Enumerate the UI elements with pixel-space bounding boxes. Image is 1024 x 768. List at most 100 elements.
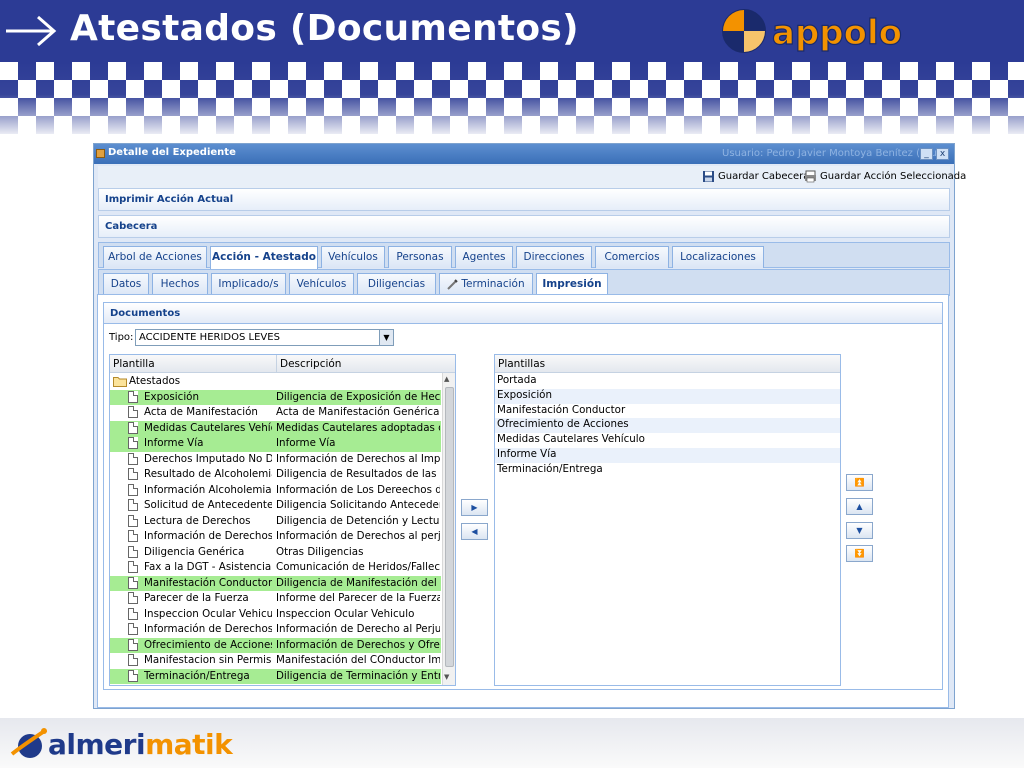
- cell-descripcion: Diligencia Solicitando Antecedente: [276, 499, 440, 511]
- table-row[interactable]: Informe Vía Informe Vía: [110, 436, 441, 452]
- documents-panel-title: Documentos: [110, 308, 181, 319]
- chevron-down-icon[interactable]: ▼: [379, 330, 393, 345]
- table-row[interactable]: Información de Derechos D Información de …: [110, 529, 441, 545]
- table-row[interactable]: Terminación/Entrega Diligencia de Termina…: [110, 668, 441, 684]
- cell-descripcion: Comunicación de Heridos/Fallecio: [276, 561, 440, 573]
- move-bottom-button[interactable]: ⏬: [846, 545, 873, 562]
- checkered-band-fade: [0, 62, 1024, 134]
- cell-plantilla: Información Alcoholemia: [144, 483, 272, 496]
- cell-plantilla: Información de Derechos P: [144, 623, 272, 635]
- cell-descripcion: Informe Vía: [276, 437, 336, 449]
- appolo-logo-text: appolo: [772, 13, 902, 53]
- cell-plantilla: Derechos Imputado No Detenido: [144, 452, 272, 465]
- cell-plantilla: Terminación/Entrega: [144, 669, 250, 682]
- cell-descripcion: Información de Derechos al perjuc: [276, 530, 440, 542]
- window-content-layer: Documentos Tipo: ACCIDENTE HERIDOS LEVES…: [93, 143, 955, 709]
- cell-descripcion: Acta de Manifestación Genérica: [276, 406, 440, 418]
- list-item[interactable]: Exposición: [495, 388, 840, 404]
- table-row[interactable]: Solicitud de Antecedentes Diligencia Soli…: [110, 498, 441, 514]
- cell-plantilla: Fax a la DGT - Asistencia S: [144, 561, 272, 573]
- table-row[interactable]: Exposición Diligencia de Exposición de He…: [110, 389, 441, 405]
- table-row[interactable]: Derechos Imputado No Detenido Información…: [110, 452, 441, 468]
- table-row[interactable]: Inspeccion Ocular Vehiculo Inspeccion Ocu…: [110, 607, 441, 623]
- document-icon: [128, 561, 138, 573]
- table-row[interactable]: Resultado de Alcoholemia Diligencia de Re…: [110, 467, 441, 483]
- cell-descripcion: Información de Los Dereechos de: [276, 483, 440, 496]
- document-icon: [128, 654, 138, 666]
- document-icon: [128, 576, 138, 589]
- column-plantillas[interactable]: Plantillas: [498, 358, 545, 370]
- cell-plantilla: Inspeccion Ocular Vehiculo: [144, 607, 272, 620]
- cell-plantilla: Solicitud de Antecedentes: [144, 499, 272, 511]
- appolo-logo: appolo: [722, 9, 903, 54]
- document-icon: [128, 483, 138, 496]
- document-icon: [128, 592, 138, 604]
- type-label: Tipo:: [109, 332, 134, 343]
- list-item[interactable]: Manifestación Conductor: [495, 404, 840, 419]
- cell-descripcion: Información de Derecho al Perjudi: [276, 623, 440, 635]
- cell-descripcion: Medidas Cautelares adoptadas co: [276, 421, 440, 434]
- table-row[interactable]: Acta de Manifestación Acta de Manifestaci…: [110, 405, 441, 421]
- cell-plantilla: Diligencia Genérica: [144, 545, 245, 558]
- table-row[interactable]: Diligencia Genérica Otras Diligencias: [110, 545, 441, 561]
- list-item[interactable]: Ofrecimiento de Acciones: [495, 418, 840, 434]
- cell-plantilla: Manifestacion sin Permiso: [144, 654, 272, 666]
- move-up-button[interactable]: ▲: [846, 498, 873, 515]
- cell-descripcion: Inspeccion Ocular Vehiculo: [276, 607, 415, 620]
- selected-templates-header: Plantillas: [495, 355, 840, 373]
- transfer-right-button[interactable]: ▶: [461, 499, 488, 516]
- cell-plantilla: Ofrecimiento de Acciones: [144, 638, 272, 651]
- list-item[interactable]: Informe Vía: [495, 448, 840, 463]
- arrow-right-icon: [6, 15, 57, 47]
- folder-icon: [113, 377, 127, 387]
- scroll-down-icon[interactable]: ▼: [444, 673, 449, 681]
- cell-descripcion: Otras Diligencias: [276, 545, 364, 558]
- cell-descripcion: Diligencia de Terminación y Entreg: [276, 669, 440, 682]
- folder-label: Atestados: [129, 375, 181, 387]
- table-row[interactable]: Manifestacion sin Permiso Manifestación d…: [110, 653, 441, 669]
- table-row[interactable]: Fax a la DGT - Asistencia S Comunicación …: [110, 560, 441, 576]
- templates-grid-header: Plantilla Descripción: [110, 355, 455, 373]
- slide-title: Atestados (Documentos): [70, 8, 579, 49]
- document-icon: [128, 607, 138, 620]
- document-icon: [128, 623, 138, 635]
- templates-scrollbar[interactable]: ▲ ▼: [442, 373, 455, 685]
- table-row[interactable]: Lectura de Derechos Diligencia de Detenci…: [110, 514, 441, 530]
- cell-plantilla: Información de Derechos D: [144, 530, 272, 542]
- list-item[interactable]: Medidas Cautelares Vehículo: [495, 433, 840, 448]
- cell-plantilla: Resultado de Alcoholemia: [144, 468, 272, 480]
- table-row[interactable]: Ofrecimiento de Acciones Información de D…: [110, 637, 441, 653]
- cell-plantilla: Informe Vía: [144, 437, 204, 449]
- move-top-button[interactable]: ⏫: [846, 474, 873, 491]
- almerimatik-logo: almerimatik: [8, 724, 233, 764]
- table-row[interactable]: Información de Derechos P Información de …: [110, 622, 441, 638]
- table-row[interactable]: Medidas Cautelares Vehículo Medidas Caute…: [110, 420, 441, 436]
- table-row[interactable]: Parecer de la Fuerza Informe del Parecer …: [110, 591, 441, 607]
- document-icon: [128, 468, 138, 480]
- cell-plantilla: Manifestación Conductor: [144, 576, 272, 589]
- document-icon: [128, 669, 138, 682]
- cell-plantilla: Parecer de la Fuerza: [144, 592, 249, 604]
- column-descripcion[interactable]: Descripción: [276, 355, 341, 372]
- document-icon: [128, 530, 138, 542]
- scroll-up-icon[interactable]: ▲: [444, 375, 449, 383]
- templates-grid: Plantilla Descripción Atestados Exposici…: [109, 354, 456, 686]
- scrollbar-thumb[interactable]: [445, 387, 454, 667]
- table-row[interactable]: Información Alcoholemia Información de Lo…: [110, 483, 441, 499]
- document-icon: [128, 421, 138, 434]
- column-plantilla[interactable]: Plantilla: [113, 358, 155, 370]
- cell-plantilla: Medidas Cautelares Vehículo: [144, 421, 272, 434]
- table-row[interactable]: Manifestación Conductor Diligencia de Man…: [110, 575, 441, 591]
- type-select[interactable]: ACCIDENTE HERIDOS LEVES: [135, 329, 394, 346]
- list-item[interactable]: Terminación/Entrega: [495, 463, 840, 478]
- move-down-button[interactable]: ▼: [846, 522, 873, 539]
- selected-templates-grid: Plantillas Portada Exposición Manifestació…: [494, 354, 841, 686]
- list-item[interactable]: Portada: [495, 374, 840, 389]
- cell-descripcion: Diligencia de Exposición de Hecho: [276, 390, 440, 403]
- cell-descripcion: Diligencia de Resultados de las P: [276, 468, 440, 480]
- document-icon: [128, 390, 138, 403]
- cell-descripcion: Diligencia de Manifestación del Co: [276, 576, 440, 589]
- folder-row[interactable]: Atestados: [110, 374, 443, 390]
- transfer-left-button[interactable]: ◀: [461, 523, 488, 540]
- document-icon: [128, 499, 138, 511]
